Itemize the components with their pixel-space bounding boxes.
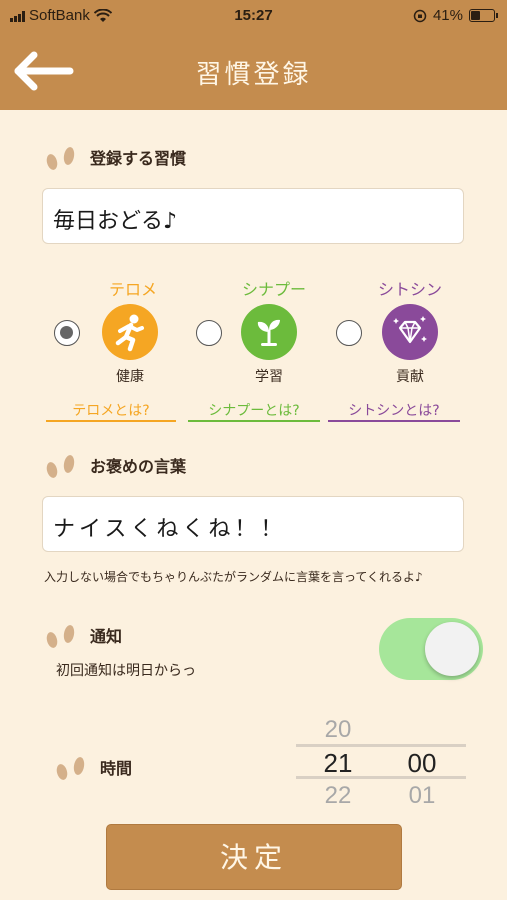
page-title: 習慣登録 [195,60,312,90]
minute-next[interactable]: 01 [382,782,462,810]
hour-selected[interactable]: 21 [298,748,378,779]
notification-label: 通知 [90,627,123,646]
habit-input[interactable]: 毎日おどる♪ [42,188,464,244]
praise-hint: 入力しない場合でもちゃりんぶたがランダムに言葉を言ってくれるよ♪ [44,570,423,584]
battery-icon [469,9,498,22]
habit-label-row: 登録する習慣 [42,142,186,172]
citosin-info-link[interactable]: シトシンとは? [328,398,460,422]
category-telome[interactable]: テロメ 健康 [50,276,200,386]
category-radio[interactable] [54,320,80,346]
praise-input[interactable]: ナイスくねくね！！ [42,496,464,552]
diamond-icon[interactable] [382,304,438,360]
toggle-knob[interactable] [425,622,479,676]
time-label-row: 時間 [52,752,132,782]
category-sub: 貢献 [396,369,424,385]
hour-next[interactable]: 22 [298,782,378,810]
category-radio[interactable] [196,320,222,346]
praise-label-row: お褒めの言葉 [42,450,186,480]
category-citosin[interactable]: シトシン 貢献 [332,276,482,386]
paw-print-icon [46,455,75,478]
category-name: シトシン [377,280,442,299]
battery-fill [471,11,480,20]
minute-selected[interactable]: 00 [382,748,462,779]
category-name: シナプー [241,280,306,299]
category-synapoo[interactable]: シナプー 学習 [190,276,340,386]
hour-prev[interactable]: 20 [298,716,378,744]
habit-label: 登録する習慣 [90,149,187,168]
battery-group: 41% [413,7,498,24]
notification-sub: 初回通知は明日からっ [56,663,196,679]
orientation-lock-icon [413,9,427,22]
category-sub: 健康 [116,369,144,385]
running-person-icon[interactable] [102,304,158,360]
battery-percent: 41% [432,7,463,24]
status-bar: SoftBank 15:27 41% [0,0,507,32]
submit-button[interactable]: 決定 [106,824,402,890]
paw-print-icon [46,625,75,648]
notification-toggle[interactable] [379,618,483,680]
praise-label: お褒めの言葉 [90,457,187,476]
time-label: 時間 [100,759,133,778]
synapoo-info-link[interactable]: シナプーとは? [188,398,320,422]
paw-print-icon [46,147,75,170]
category-name: テロメ [108,280,157,299]
notification-label-row: 通知 [42,620,122,650]
category-radio[interactable] [336,320,362,346]
sprout-icon[interactable] [241,304,297,360]
nav-bar: 習慣登録 [0,32,507,110]
paw-print-icon [56,757,85,780]
time-picker[interactable]: 20 21 22 00 01 [296,710,466,810]
picker-top-line [296,744,466,747]
telome-info-link[interactable]: テロメとは? [46,398,176,422]
category-sub: 学習 [255,369,283,385]
